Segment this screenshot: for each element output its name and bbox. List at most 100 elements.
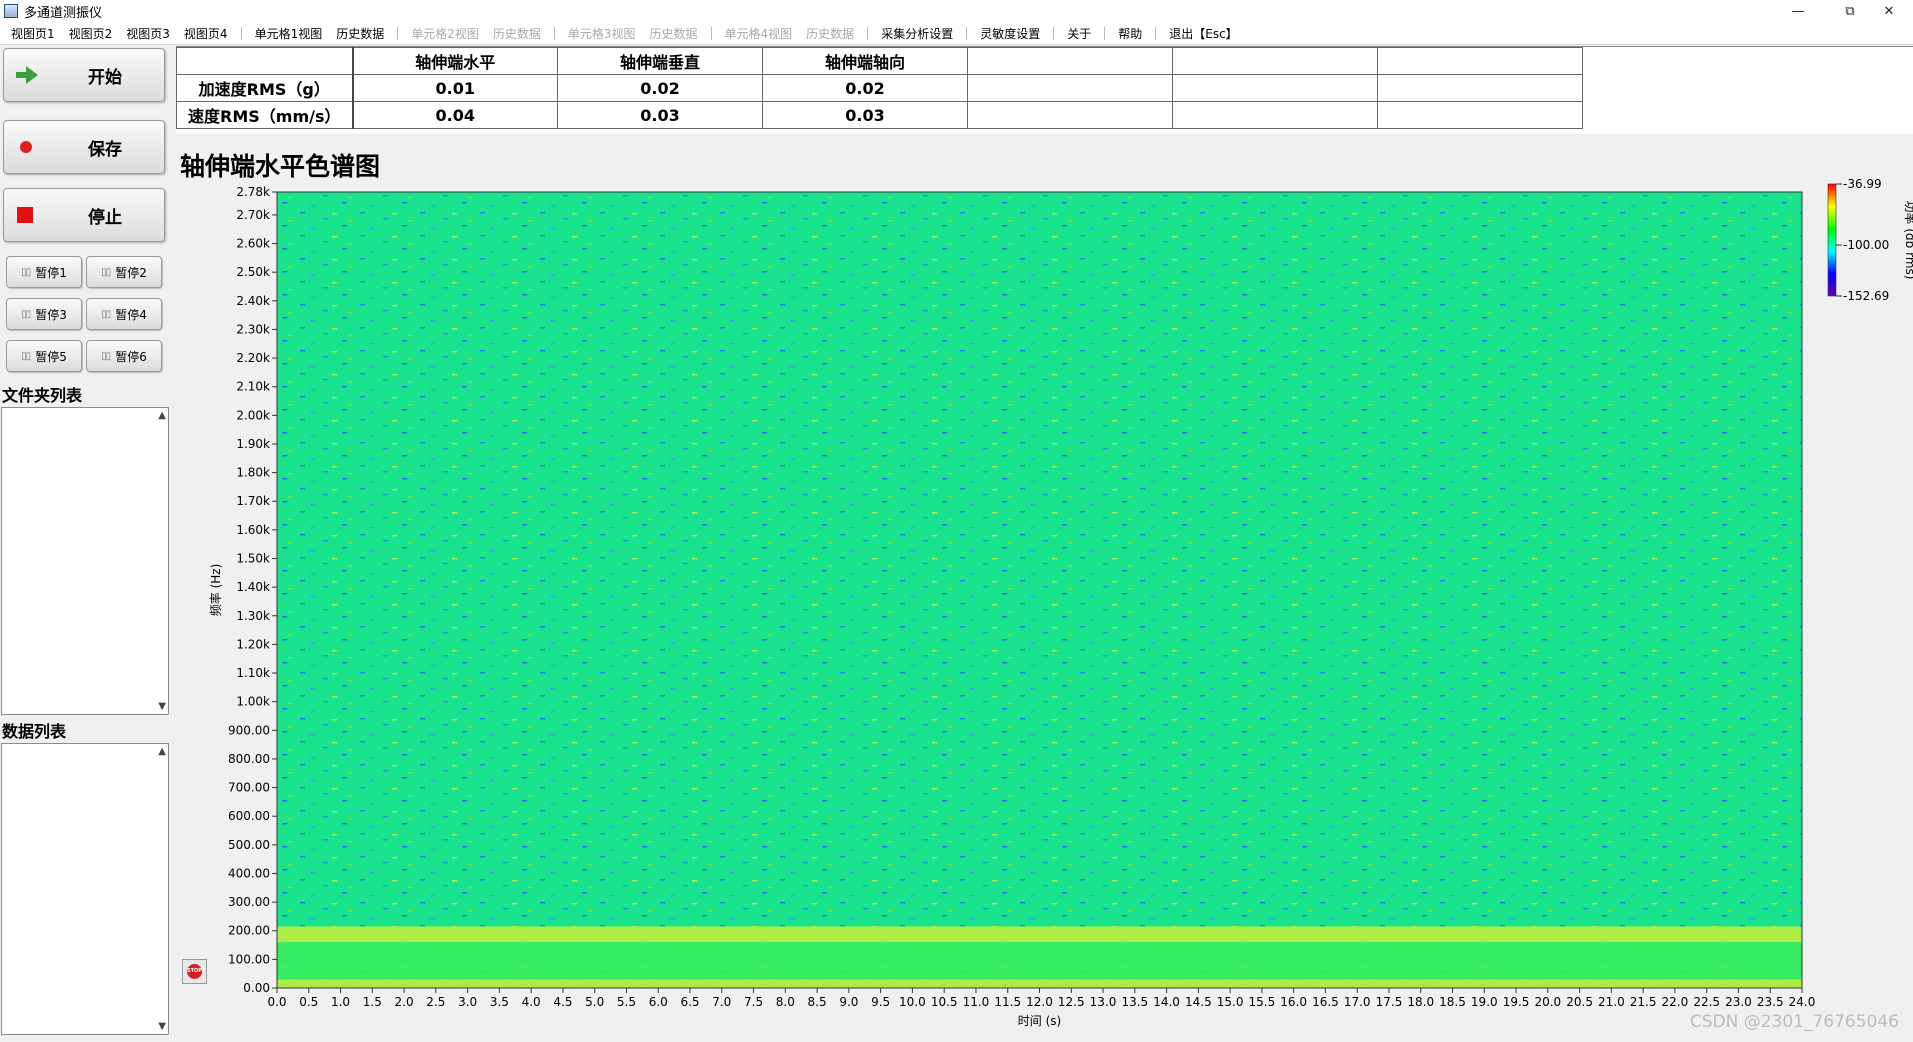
y-tick-label: 2.00k — [236, 408, 270, 422]
menu-item[interactable]: 视图页1 — [4, 25, 62, 42]
pause-4-button[interactable]: ▯▯暂停4 — [86, 298, 162, 330]
column-header — [1378, 48, 1583, 75]
y-tick-label: 1.60k — [236, 523, 270, 537]
folder-listbox[interactable]: ▲ ▼ — [1, 407, 169, 715]
save-button[interactable]: 保存 — [3, 120, 165, 174]
scroll-up-icon[interactable]: ▲ — [158, 410, 166, 421]
menu-item[interactable]: 关于 — [1060, 25, 1098, 42]
y-tick-label: 1.70k — [236, 494, 270, 508]
menu-item[interactable]: 退出【Esc】 — [1162, 25, 1244, 42]
menu-separator — [966, 27, 967, 40]
x-tick-label: 10.5 — [931, 995, 958, 1009]
pause-2-button[interactable]: ▯▯暂停2 — [86, 256, 162, 288]
menu-item[interactable]: 历史数据 — [329, 25, 391, 42]
menu-item[interactable]: 灵敏度设置 — [973, 25, 1047, 42]
x-tick-label: 23.5 — [1757, 995, 1784, 1009]
x-tick-label: 20.5 — [1566, 995, 1593, 1009]
x-tick-label: 3.5 — [490, 995, 509, 1009]
window-title: 多通道测振仪 — [24, 2, 102, 21]
menu-item[interactable]: 采集分析设置 — [874, 25, 960, 42]
y-tick-label: 500.00 — [228, 838, 270, 852]
stop-sign-icon[interactable]: STOP — [182, 959, 207, 984]
y-tick-label: 1.80k — [236, 466, 270, 480]
pause-3-button[interactable]: ▯▯暂停3 — [6, 298, 82, 330]
y-tick-label: 2.10k — [236, 380, 270, 394]
data-listbox[interactable]: ▲ ▼ — [1, 743, 169, 1035]
x-tick-label: 2.5 — [426, 995, 445, 1009]
y-tick-label: 1.00k — [236, 695, 270, 709]
pause-1-button[interactable]: ▯▯暂停1 — [6, 256, 82, 288]
y-tick-label: 1.30k — [236, 609, 270, 623]
pause-5-button[interactable]: ▯▯暂停5 — [6, 340, 82, 372]
column-header: 轴伸端轴向 — [763, 48, 968, 75]
y-tick-label: 1.50k — [236, 552, 270, 566]
control-panel: 开始 保存 停止 ▯▯暂停1 ▯▯暂停2 ▯▯暂停3 ▯▯暂停4 ▯▯暂停5 ▯… — [0, 46, 172, 1038]
x-tick-label: 14.0 — [1153, 995, 1180, 1009]
x-tick-label: 19.0 — [1471, 995, 1498, 1009]
colorbar — [1828, 184, 1836, 296]
spectrogram-panel: 0.00100.00200.00300.00400.00500.00600.00… — [176, 140, 1913, 1038]
chart-title: 轴伸端水平色谱图 — [180, 147, 380, 183]
x-tick-label: 24.0 — [1789, 995, 1816, 1009]
scroll-up-icon[interactable]: ▲ — [158, 746, 166, 757]
menu-item: 历史数据 — [799, 25, 861, 42]
data-list-scrollbar[interactable]: ▲ ▼ — [154, 744, 168, 1034]
table-cell — [1173, 102, 1378, 129]
menu-item[interactable]: 视图页3 — [119, 25, 177, 42]
table-cell — [968, 75, 1173, 102]
menu-item[interactable]: 单元格1视图 — [248, 25, 330, 42]
start-button[interactable]: 开始 — [3, 48, 165, 102]
y-tick-label: 2.20k — [236, 351, 270, 365]
x-tick-label: 12.5 — [1058, 995, 1085, 1009]
menu-item[interactable]: 帮助 — [1111, 25, 1149, 42]
pause-icon: ▯▯ — [101, 309, 110, 320]
scroll-down-icon[interactable]: ▼ — [158, 701, 166, 712]
table-cell — [1378, 102, 1583, 129]
scroll-down-icon[interactable]: ▼ — [158, 1021, 166, 1032]
x-tick-label: 0.5 — [299, 995, 318, 1009]
x-tick-label: 15.5 — [1249, 995, 1276, 1009]
stop-button[interactable]: 停止 — [3, 188, 165, 242]
x-tick-label: 7.0 — [712, 995, 731, 1009]
menu-item[interactable]: 视图页4 — [177, 25, 235, 42]
folder-list-scrollbar[interactable]: ▲ ▼ — [154, 408, 168, 714]
menu-item: 单元格2视图 — [404, 25, 486, 42]
spectrogram-noise — [277, 192, 1802, 988]
x-tick-label: 14.5 — [1185, 995, 1212, 1009]
menu-item: 历史数据 — [486, 25, 548, 42]
pause-icon: ▯▯ — [21, 351, 30, 362]
menu-item[interactable]: 视图页2 — [62, 25, 120, 42]
x-tick-label: 8.5 — [808, 995, 827, 1009]
table-cell — [1378, 75, 1583, 102]
table-cell — [968, 102, 1173, 129]
y-tick-label: 100.00 — [228, 952, 270, 966]
menu-separator — [241, 27, 242, 40]
x-tick-label: 6.0 — [649, 995, 668, 1009]
menu-separator — [711, 27, 712, 40]
title-bar: 多通道测振仪 — ⧉ ✕ — [0, 0, 1913, 22]
spectrogram-chart: 0.00100.00200.00300.00400.00500.00600.00… — [176, 140, 1913, 1038]
minimize-icon[interactable]: — — [1775, 0, 1821, 22]
column-header — [177, 48, 353, 75]
y-tick-label: 900.00 — [228, 723, 270, 737]
table-header-row: 轴伸端水平轴伸端垂直轴伸端轴向 — [177, 48, 1583, 75]
spectrogram-band — [277, 979, 1802, 988]
y-axis-label: 频率 (Hz) — [208, 564, 223, 617]
close-icon[interactable]: ✕ — [1866, 0, 1912, 22]
x-axis-label: 时间 (s) — [1018, 1014, 1061, 1028]
x-tick-label: 12.0 — [1026, 995, 1053, 1009]
column-header — [968, 48, 1173, 75]
menu-item: 单元格4视图 — [718, 25, 800, 42]
menu-bar: 视图页1视图页2视图页3视图页4单元格1视图历史数据单元格2视图历史数据单元格3… — [0, 22, 1913, 45]
colorbar-tick-label: -152.69 — [1843, 289, 1889, 303]
x-tick-label: 0.0 — [267, 995, 286, 1009]
menu-separator — [397, 27, 398, 40]
y-tick-label: 600.00 — [228, 809, 270, 823]
x-tick-label: 17.5 — [1376, 995, 1403, 1009]
y-tick-label: 1.10k — [236, 666, 270, 680]
x-tick-label: 1.5 — [363, 995, 382, 1009]
pause-6-button[interactable]: ▯▯暂停6 — [86, 340, 162, 372]
menu-separator — [554, 27, 555, 40]
column-header: 轴伸端水平 — [353, 48, 558, 75]
menu-item: 历史数据 — [643, 25, 705, 42]
